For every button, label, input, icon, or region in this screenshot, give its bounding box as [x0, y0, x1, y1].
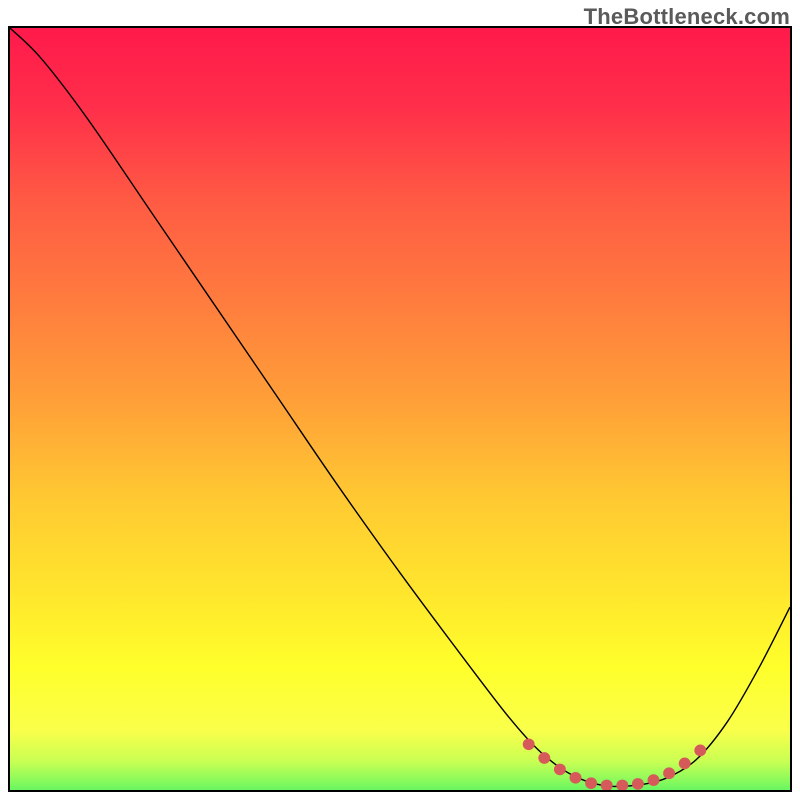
plot-frame	[8, 26, 792, 792]
main-curve	[10, 28, 790, 787]
highlight-dot	[679, 758, 691, 770]
highlight-dot	[694, 745, 706, 757]
highlight-dot	[570, 772, 582, 784]
watermark-text: TheBottleneck.com	[584, 4, 790, 30]
highlight-dot-group	[523, 738, 707, 790]
chart-svg	[10, 28, 790, 790]
highlight-dot	[616, 780, 628, 790]
chart-stage: TheBottleneck.com	[0, 0, 800, 800]
highlight-dot	[523, 738, 535, 750]
highlight-dot	[632, 778, 644, 790]
highlight-dot	[648, 774, 660, 786]
highlight-dot	[538, 752, 550, 764]
highlight-dot	[601, 780, 613, 790]
highlight-dot	[585, 777, 597, 789]
highlight-dot	[554, 764, 566, 776]
highlight-dot	[663, 767, 675, 779]
